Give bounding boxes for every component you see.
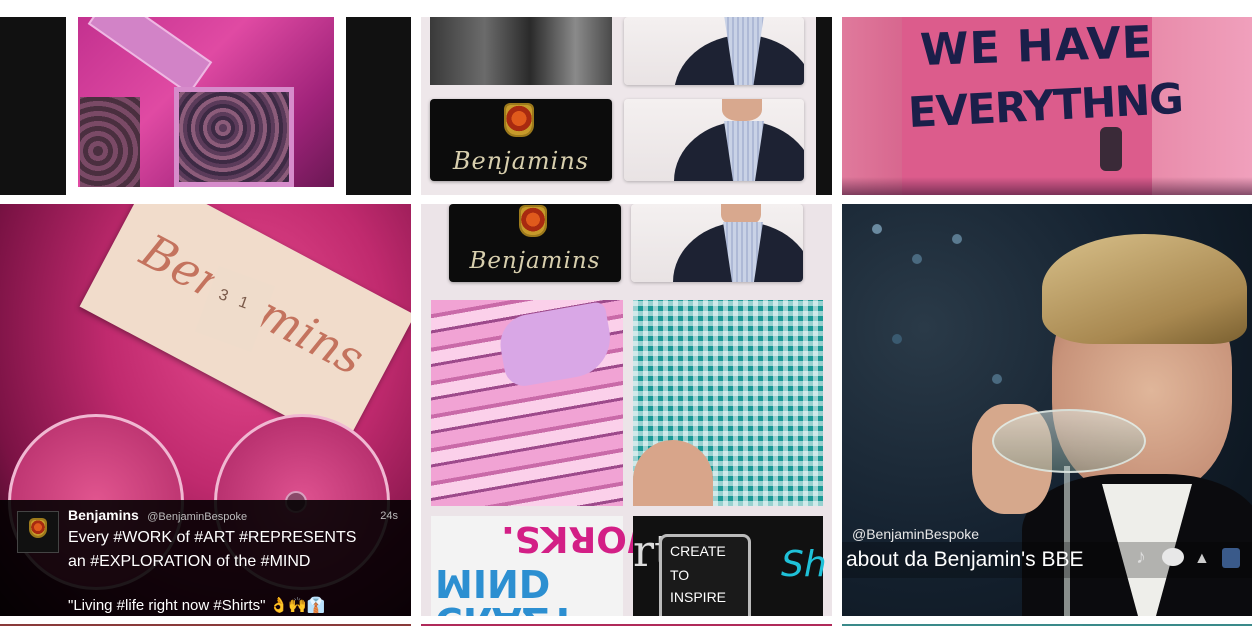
photo-tile-shirt-collage[interactable]: Benjamins WORKS. CRAZY MIND rt Sh CREATE…: [421, 204, 832, 616]
create-line-2: TO: [670, 567, 690, 583]
champagne-glass: [992, 409, 1146, 473]
photo-tile-gatsby-toast[interactable]: @BenjaminBespoke about da Benjamin's BBE…: [842, 204, 1252, 616]
crazy-mind-text: CRAZY MIND: [435, 561, 577, 616]
crest-icon: [506, 105, 532, 135]
create-line-1: CREATE: [670, 543, 726, 559]
create-line-3: INSPIRE: [670, 589, 727, 605]
suit-photo-1: [624, 17, 804, 85]
benjamins-logo-card: Benjamins: [430, 99, 612, 181]
tweet-author[interactable]: Benjamins: [68, 507, 139, 523]
tweet-line-2: an #EXPLORATION of the #MIND: [68, 553, 311, 570]
tweet-line-1: Every #WORK of #ART #REPRESENTS: [68, 529, 357, 546]
tweet-handle[interactable]: @BenjaminBespoke: [147, 511, 247, 523]
create-inspire-poster: rt Sh CREATE TO INSPIRE: [633, 516, 827, 616]
benjamins-logo-card-2: Benjamins: [449, 204, 621, 282]
shirt-icon: [1222, 548, 1240, 568]
crest-icon-2: [521, 207, 545, 235]
photo-tile-shirt-label-tweet[interactable]: Benjamins 3 1 Benjamins @BenjaminBespoke…: [0, 204, 411, 616]
shoe-icon: ▲: [1194, 550, 1210, 567]
suit-photo-3: [631, 204, 803, 282]
tweet-line-3: "Living #life right now #Shirts" 👌🙌👔: [68, 597, 326, 614]
fabric-image: [66, 17, 346, 195]
suit-photo-2: [624, 99, 804, 181]
photo-tile-we-have-everything[interactable]: WE HAVE EVERYTHNG: [842, 17, 1252, 195]
speech-bubble-icon: [1162, 548, 1184, 566]
crest-avatar-icon: [17, 511, 59, 553]
music-note-icon: ♪: [1136, 546, 1146, 568]
logo-text-2: Benjamins: [469, 248, 601, 274]
tweet-time: 24s: [380, 510, 398, 522]
man-hair: [1042, 234, 1247, 344]
city-photo: [430, 17, 612, 85]
logo-text: Benjamins: [452, 147, 590, 175]
photo-tile-fabric[interactable]: [0, 17, 411, 195]
caption-handle: @BenjaminBespoke: [852, 526, 980, 542]
photo-tile-benjamins-collage[interactable]: Benjamins: [421, 17, 832, 195]
door-knob: [1100, 127, 1122, 171]
graffiti-line-1: WE HAVE: [919, 17, 1154, 77]
gingham-shirt-photo: [633, 300, 823, 506]
folded-shirts-photo: [431, 300, 623, 506]
caption-text: about da Benjamin's BBE: [846, 548, 1084, 571]
crazy-mind-poster: WORKS. CRAZY MIND: [431, 516, 667, 616]
create-box: CREATE TO INSPIRE: [659, 534, 751, 616]
